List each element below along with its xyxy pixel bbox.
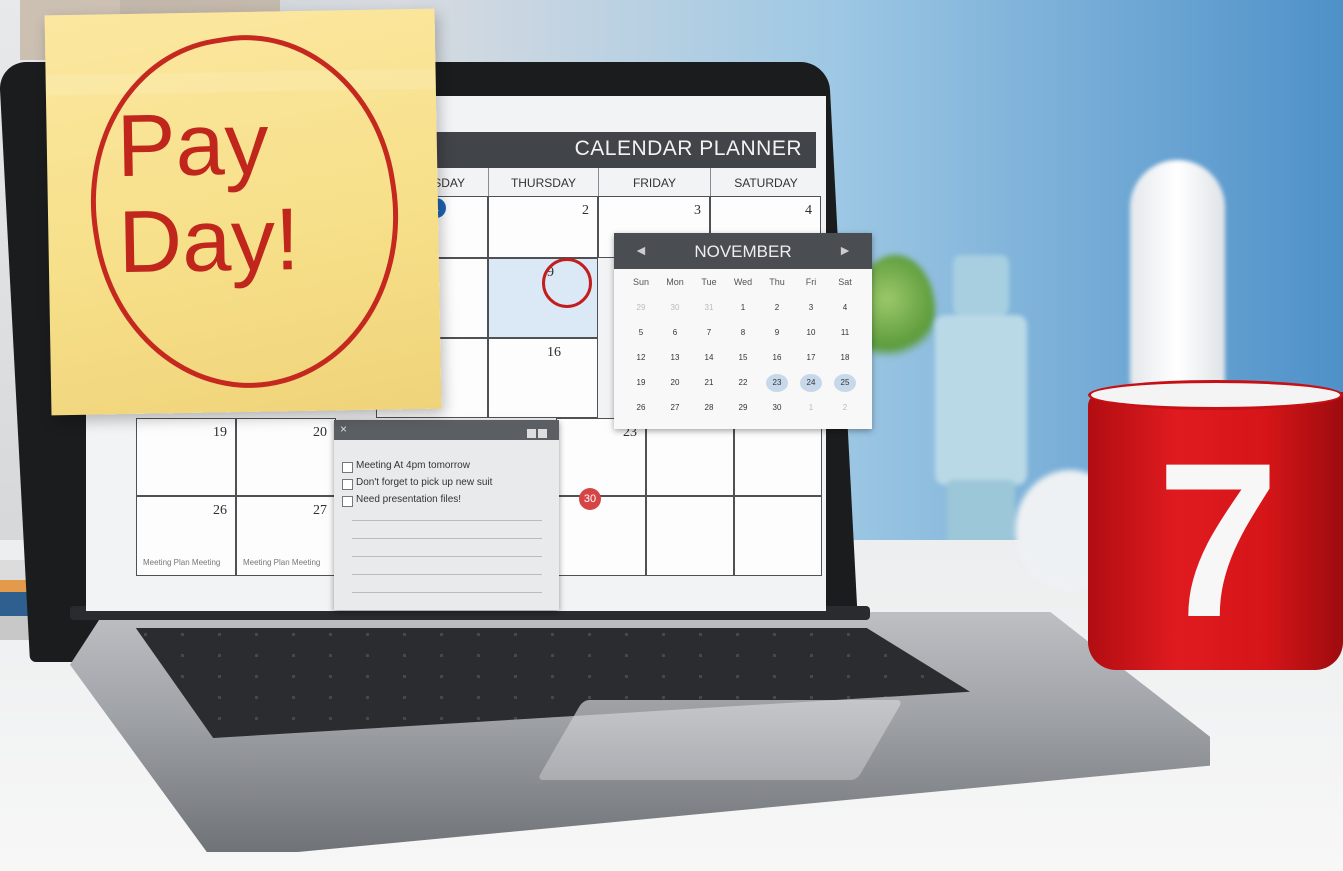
calendar-day[interactable]: 22 (732, 374, 754, 392)
calendar-day[interactable]: 1 (800, 399, 822, 417)
calendar-day[interactable]: 27 (664, 399, 686, 417)
white-lamp (1130, 160, 1225, 390)
day-number: 2 (582, 203, 589, 218)
sticky-note-text: Pay Day! (115, 93, 301, 292)
day-cell[interactable] (734, 418, 822, 496)
calendar-day[interactable]: 7 (698, 324, 720, 342)
day-number: 26 (213, 503, 227, 518)
planner-title: CALENDAR PLANNER (574, 137, 802, 160)
calendar-day[interactable]: 23 (766, 374, 788, 392)
calendar-day[interactable]: 3 (800, 299, 822, 317)
day-cell[interactable] (646, 418, 734, 496)
note-line (352, 556, 542, 557)
laptop-trackpad (536, 700, 904, 780)
calendar-day[interactable]: 18 (834, 349, 856, 367)
note-line (352, 592, 542, 593)
cell-note: Meeting Plan Meeting (143, 558, 221, 567)
calendar-day[interactable]: 15 (732, 349, 754, 367)
calendar-day[interactable]: 20 (664, 374, 686, 392)
todo-item[interactable]: Need presentation files! (341, 494, 461, 507)
calendar-day[interactable]: 31 (698, 299, 720, 317)
day-cell[interactable]: 27 Meeting Plan Meeting (236, 496, 336, 576)
weekday-row: EDNESDAY THURSDAY FRIDAY SATURDAY (376, 168, 821, 198)
weekday-label: Thu (769, 277, 785, 287)
day-number: 19 (213, 425, 227, 440)
day-number: 3 (694, 203, 701, 218)
calendar-day[interactable]: 10 (800, 324, 822, 342)
calendar-day[interactable]: 6 (664, 324, 686, 342)
calendar-day[interactable]: 19 (630, 374, 652, 392)
calendar-day[interactable]: 28 (698, 399, 720, 417)
todo-item[interactable]: Meeting At 4pm tomorrow (342, 460, 470, 473)
calendar-day[interactable]: 30 (766, 399, 788, 417)
day-number: 4 (805, 203, 812, 218)
weekday-label: SATURDAY (710, 168, 821, 198)
calendar-day[interactable]: 14 (698, 349, 720, 367)
next-month-icon[interactable]: ► (838, 242, 852, 258)
calendar-day[interactable]: 26 (630, 399, 652, 417)
payday-sticky-note: Pay Day! (44, 8, 442, 416)
day-number: 16 (547, 345, 561, 360)
calendar-day[interactable]: 1 (732, 299, 754, 317)
weekday-label: FRIDAY (598, 168, 710, 198)
weekday-label: Mon (666, 277, 684, 287)
day-cell[interactable]: 20 (236, 418, 336, 496)
november-header: ◄ NOVEMBER ► (614, 233, 872, 269)
calendar-day[interactable]: 30 (664, 299, 686, 317)
day-cell[interactable]: 16 (488, 338, 598, 418)
calendar-day[interactable]: 13 (664, 349, 686, 367)
planner-header: CALENDAR PLANNER (416, 132, 816, 168)
weekday-label: Sat (838, 277, 852, 287)
weekday-label: Sun (632, 277, 649, 287)
calendar-day[interactable]: 2 (766, 299, 788, 317)
calendar-day[interactable]: 16 (766, 349, 788, 367)
day-number: 20 (313, 425, 327, 440)
close-icon[interactable]: × (340, 422, 347, 436)
weekday-label: Wed (733, 277, 753, 287)
red-circle-marker (542, 258, 592, 308)
calendar-day[interactable]: 5 (630, 324, 652, 342)
november-calendar-popup: ◄ NOVEMBER ► Sun Mon Tue Wed Thu Fri Sat 29 30 31… (614, 233, 872, 429)
calendar-day[interactable]: 9 (766, 324, 788, 342)
calendar-day[interactable]: 11 (834, 324, 856, 342)
calendar-day[interactable]: 29 (732, 399, 754, 417)
day-cell[interactable]: 19 (136, 418, 236, 496)
calendar-day[interactable]: 24 (800, 374, 822, 392)
note-line (352, 520, 542, 521)
note-line (352, 538, 542, 539)
day-number: 27 (313, 503, 327, 518)
calendar-day[interactable]: 29 (630, 299, 652, 317)
day-30-marker: 30 (579, 488, 601, 510)
day-cell[interactable]: 2 (488, 196, 598, 258)
calendar-day[interactable]: 2 (834, 399, 856, 417)
calendar-day[interactable]: 25 (834, 374, 856, 392)
weekday-label: Fri (805, 277, 817, 287)
calendar-day[interactable]: 17 (800, 349, 822, 367)
mug-number: 7 (1156, 417, 1280, 663)
day-cell[interactable] (646, 496, 734, 576)
day-cell[interactable]: 23 (556, 418, 646, 496)
weekday-label: THURSDAY (488, 168, 598, 198)
day-cell[interactable] (556, 496, 646, 576)
calendar-day[interactable]: 8 (732, 324, 754, 342)
day-cell[interactable] (734, 496, 822, 576)
photo-scene: CALENDAR PLANNER EDNESDAY THURSDAY FRIDA… (0, 0, 1343, 871)
calendar-day[interactable]: 21 (698, 374, 720, 392)
cell-note: Meeting Plan Meeting (243, 558, 321, 567)
window-buttons[interactable] (525, 425, 549, 438)
day-cell[interactable]: 26 Meeting Plan Meeting (136, 496, 236, 576)
month-title: NOVEMBER (694, 242, 792, 261)
todo-window: × Meeting At 4pm tomorrow Don't forget t… (334, 420, 559, 610)
red-mug: 7 (1088, 380, 1343, 672)
todo-titlebar: × (334, 420, 559, 440)
weekday-label: Tue (701, 277, 717, 287)
calendar-day[interactable]: 12 (630, 349, 652, 367)
calendar-day[interactable]: 4 (834, 299, 856, 317)
todo-item[interactable]: Don't forget to pick up new suit (341, 477, 492, 490)
note-line (352, 574, 542, 575)
